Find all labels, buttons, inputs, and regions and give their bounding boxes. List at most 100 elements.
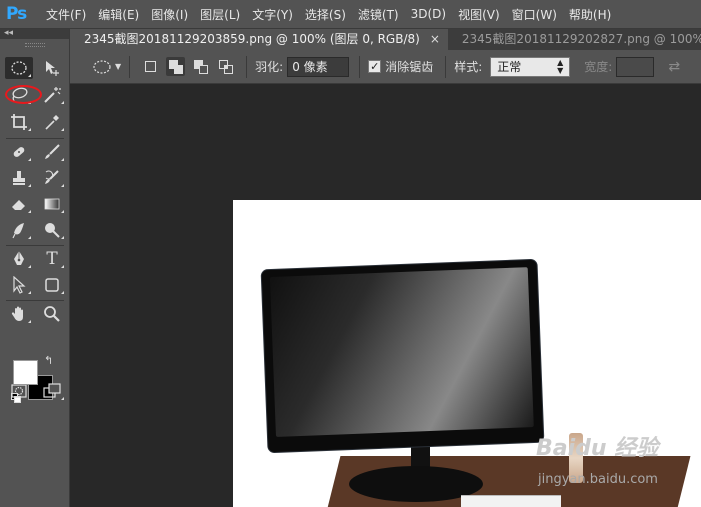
monitor-screen bbox=[269, 267, 534, 437]
menu-3d[interactable]: 3D(D) bbox=[411, 7, 446, 21]
feather-input[interactable]: 0 像素 bbox=[287, 56, 350, 77]
brush-icon bbox=[45, 144, 60, 159]
baidu-watermark: Baidu 经验 bbox=[536, 436, 659, 461]
flyout-corner bbox=[28, 265, 31, 268]
intersect-selection-button[interactable] bbox=[216, 57, 235, 76]
menu-bar: Ps 文件(F) 编辑(E) 图像(I) 图层(L) 文字(Y) 选择(S) 滤… bbox=[0, 0, 701, 29]
menu-window[interactable]: 窗口(W) bbox=[512, 6, 557, 23]
screen-mode-button[interactable] bbox=[38, 380, 66, 402]
flyout-corner bbox=[61, 291, 64, 294]
gradient-icon bbox=[44, 198, 60, 210]
flyout-corner bbox=[61, 101, 64, 104]
antialias-checkbox[interactable]: ✓ bbox=[368, 60, 382, 73]
tools-panel-grip[interactable] bbox=[0, 39, 69, 49]
tab-document-1[interactable]: 2345截图20181129203859.png @ 100% (图层 0, R… bbox=[70, 29, 448, 50]
magic-wand-tool[interactable] bbox=[38, 84, 66, 106]
menu-image[interactable]: 图像(I) bbox=[151, 6, 188, 23]
elliptical-marquee-tool[interactable] bbox=[5, 57, 33, 79]
options-bar: ▼ 羽化: 0 像素 ✓ 消除锯齿 样式: 正常 ▲ ▼ 宽度: ⇄ bbox=[70, 50, 701, 84]
magic-wand-icon bbox=[44, 87, 61, 103]
style-select[interactable]: 正常 ▲ ▼ bbox=[490, 56, 571, 77]
flyout-corner bbox=[28, 291, 31, 294]
hand-tool[interactable] bbox=[5, 303, 33, 325]
add-selection-icon bbox=[168, 59, 183, 74]
notebook-image bbox=[461, 495, 561, 507]
crop-tool[interactable] bbox=[5, 111, 33, 133]
eraser-tool[interactable] bbox=[5, 193, 33, 215]
elliptical-marquee-preset-icon bbox=[93, 59, 111, 74]
flyout-corner bbox=[61, 184, 64, 187]
pen-tool[interactable] bbox=[5, 248, 33, 270]
tab-document-2-label: 2345截图20181129202827.png @ 100% (图层 0, R… bbox=[461, 32, 701, 46]
menu-edit[interactable]: 编辑(E) bbox=[98, 6, 139, 23]
menu-file[interactable]: 文件(F) bbox=[46, 6, 86, 23]
menu-layer[interactable]: 图层(L) bbox=[200, 6, 240, 23]
antialias-label: 消除锯齿 bbox=[385, 60, 434, 74]
lasso-highlight-ring bbox=[5, 85, 42, 104]
brush-tool[interactable] bbox=[38, 141, 66, 163]
shape-tool[interactable] bbox=[38, 274, 66, 296]
clone-stamp-tool[interactable] bbox=[5, 167, 33, 189]
menu-help[interactable]: 帮助(H) bbox=[569, 6, 611, 23]
feather-label: 羽化: bbox=[255, 60, 284, 74]
move-icon bbox=[46, 61, 59, 76]
eyedropper-icon bbox=[45, 115, 59, 130]
monitor-image bbox=[261, 259, 544, 453]
foreground-color-swatch[interactable] bbox=[13, 360, 38, 385]
close-icon[interactable]: × bbox=[430, 32, 440, 46]
menu-select[interactable]: 选择(S) bbox=[305, 6, 346, 23]
swap-colors-icon[interactable]: ↰ bbox=[44, 354, 53, 367]
tool-preset-picker[interactable]: ▼ bbox=[92, 59, 121, 75]
screen-mode-icon bbox=[43, 383, 61, 398]
history-brush-tool[interactable] bbox=[38, 167, 66, 189]
pen-icon bbox=[14, 251, 24, 265]
flyout-corner bbox=[61, 158, 64, 161]
tab-document-2[interactable]: 2345截图20181129202827.png @ 100% (图层 0, R… bbox=[448, 29, 701, 50]
menu-view[interactable]: 视图(V) bbox=[458, 6, 500, 23]
width-input[interactable] bbox=[616, 56, 655, 77]
menu-type[interactable]: 文字(Y) bbox=[252, 6, 293, 23]
spot-healing-tool[interactable] bbox=[5, 141, 33, 163]
new-selection-button[interactable] bbox=[141, 57, 160, 76]
path-select-tool[interactable] bbox=[5, 274, 33, 296]
baidu-watermark-url: jingyan.baidu.com bbox=[538, 472, 658, 487]
blur-icon bbox=[12, 223, 24, 239]
menu-filter[interactable]: 滤镜(T) bbox=[358, 6, 399, 23]
collapse-icon[interactable]: ◂◂ bbox=[4, 28, 13, 38]
updown-icon: ▲ ▼ bbox=[557, 57, 564, 75]
add-selection-button[interactable] bbox=[166, 57, 186, 76]
move-tool[interactable] bbox=[38, 57, 66, 79]
flyout-corner bbox=[28, 158, 31, 161]
photoshop-window: Ps 文件(F) 编辑(E) 图像(I) 图层(L) 文字(Y) 选择(S) 滤… bbox=[0, 0, 701, 507]
flyout-corner bbox=[61, 265, 64, 268]
flyout-corner bbox=[28, 210, 31, 213]
eyedropper-tool[interactable] bbox=[38, 111, 66, 133]
zoom-tool[interactable] bbox=[38, 303, 66, 325]
new-selection-icon bbox=[145, 61, 157, 72]
swap-dimensions-icon[interactable]: ⇄ bbox=[668, 59, 680, 75]
gradient-tool[interactable] bbox=[38, 193, 66, 215]
blur-tool[interactable] bbox=[5, 219, 33, 241]
subtract-selection-icon bbox=[193, 59, 208, 74]
zoom-icon bbox=[44, 306, 60, 322]
crop-icon bbox=[11, 114, 27, 130]
flyout-corner bbox=[28, 74, 31, 77]
dodge-icon bbox=[45, 223, 60, 238]
tools-panel-header: ◂◂ bbox=[0, 28, 69, 39]
document-canvas[interactable]: Baidu 经验 jingyan.baidu.com bbox=[233, 200, 701, 507]
subtract-selection-button[interactable] bbox=[191, 57, 210, 76]
flyout-corner bbox=[61, 210, 64, 213]
type-tool[interactable]: T bbox=[38, 248, 66, 270]
separator bbox=[246, 55, 248, 78]
flyout-corner bbox=[61, 128, 64, 131]
ps-logo: Ps bbox=[6, 4, 27, 24]
path-select-icon bbox=[13, 276, 26, 294]
style-select-value: 正常 bbox=[497, 60, 522, 74]
flyout-corner bbox=[28, 184, 31, 187]
style-label: 样式: bbox=[454, 60, 483, 74]
dodge-tool[interactable] bbox=[38, 219, 66, 241]
separator bbox=[6, 300, 64, 301]
flyout-corner bbox=[28, 320, 31, 323]
width-label: 宽度: bbox=[584, 60, 613, 74]
shape-icon bbox=[45, 278, 59, 292]
